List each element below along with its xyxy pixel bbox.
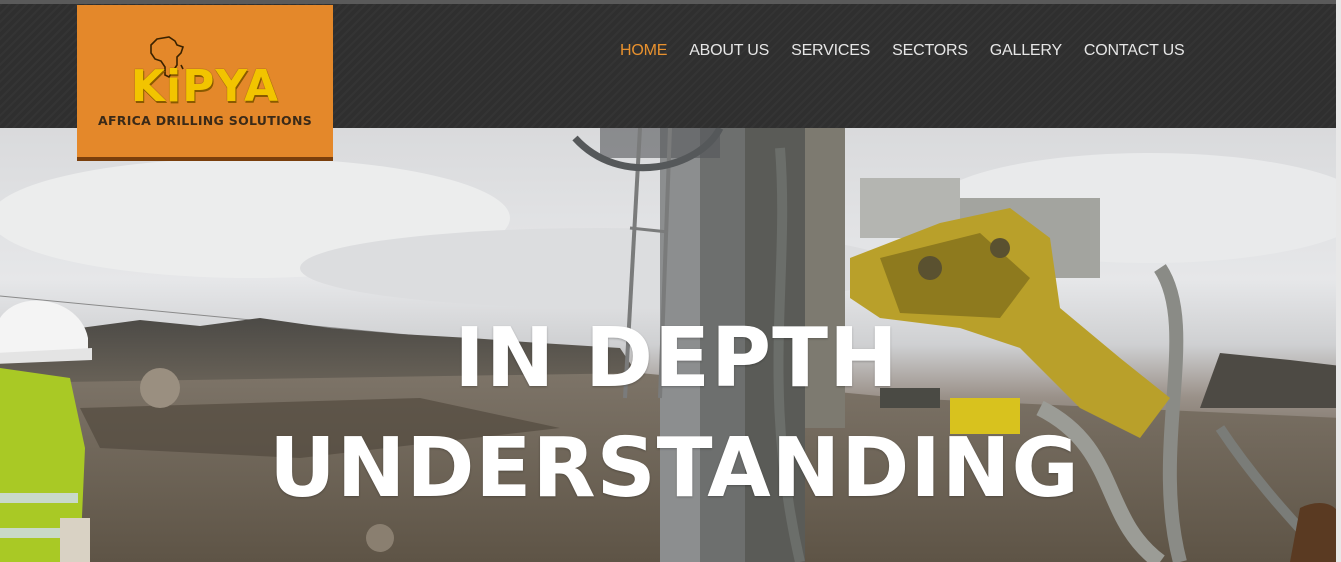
site-logo[interactable]: KiPYA AFRICA DRILLING SOLUTIONS xyxy=(77,5,333,161)
hero-banner: IN DEPTH UNDERSTANDING xyxy=(0,128,1341,562)
brand-name: KiPYA xyxy=(130,61,280,112)
nav-home[interactable]: HOME xyxy=(620,42,667,60)
nav-sectors[interactable]: SECTORS xyxy=(892,42,968,60)
page-right-edge xyxy=(1336,0,1341,562)
brand-tagline: AFRICA DRILLING SOLUTIONS xyxy=(97,113,313,128)
nav-gallery[interactable]: GALLERY xyxy=(990,42,1062,60)
nav-contact-us[interactable]: CONTACT US xyxy=(1084,42,1185,60)
main-nav: HOME ABOUT US SERVICES SECTORS GALLERY C… xyxy=(620,42,1206,60)
page: HOME ABOUT US SERVICES SECTORS GALLERY C… xyxy=(0,0,1341,562)
nav-about-us[interactable]: ABOUT US xyxy=(689,42,769,60)
hero-headline-line1: IN DEPTH xyxy=(454,311,899,406)
hero-headline-line2: UNDERSTANDING xyxy=(269,421,1080,516)
nav-services[interactable]: SERVICES xyxy=(791,42,870,60)
